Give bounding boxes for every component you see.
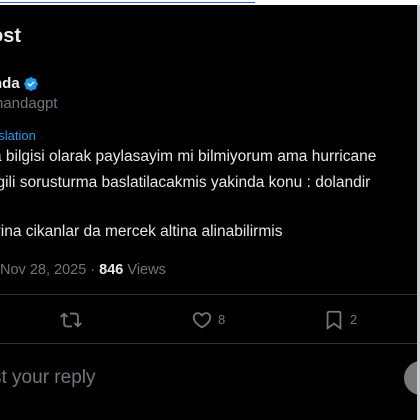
post-meta-row: Nov 28, 2025 · 846 Views	[0, 259, 166, 281]
views-count: 846	[99, 262, 124, 278]
post-text-line: yina cikanlar da mercek altina alinabili…	[0, 223, 283, 240]
bookmark-icon	[326, 310, 342, 331]
reply-input[interactable]	[0, 364, 382, 392]
heart-icon	[192, 312, 212, 329]
meta-separator: ·	[90, 262, 96, 278]
like-button[interactable]: 8	[191, 306, 225, 334]
post-date[interactable]: Nov 28, 2025	[0, 262, 86, 278]
page-title: ost	[0, 25, 21, 47]
bookmark-count: 2	[350, 312, 358, 327]
like-count: 8	[218, 312, 226, 327]
divider	[0, 343, 420, 344]
divider	[0, 294, 420, 295]
post-detail-view: ost nda handagpt nslation a bilgisi olar…	[0, 0, 420, 420]
repost-icon	[60, 312, 82, 328]
bookmark-button[interactable]: 2	[323, 306, 357, 334]
post-text-line: lgili sorusturma baslatilacakmis yakinda…	[0, 174, 371, 191]
show-translation-link[interactable]: nslation	[0, 126, 36, 146]
author-name-row[interactable]: nda	[0, 73, 39, 95]
author-handle[interactable]: handagpt	[0, 93, 58, 115]
verified-badge-icon	[23, 77, 38, 91]
link-underline	[0, 2, 255, 3]
views-label: Views	[127, 262, 166, 278]
post-text-line: a bilgisi olarak paylasayim mi bilmiyoru…	[0, 148, 377, 165]
repost-button[interactable]	[60, 306, 82, 334]
author-name[interactable]: nda	[0, 73, 20, 95]
